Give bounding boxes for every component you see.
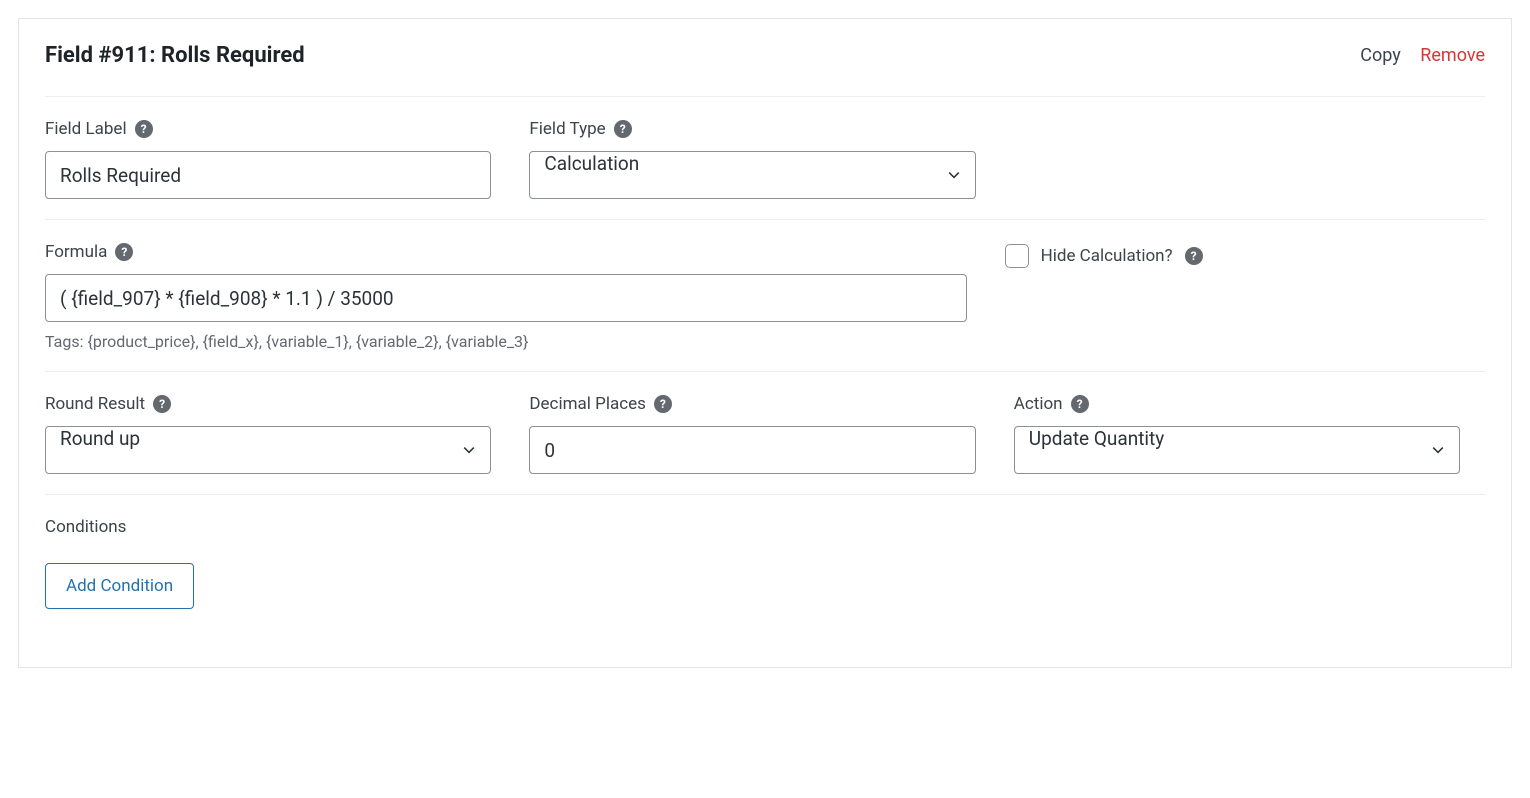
field-type-select[interactable]: Calculation: [529, 151, 975, 199]
decimal-places-group: Decimal Places ?: [529, 394, 975, 474]
conditions-group: Conditions Add Condition: [45, 517, 194, 609]
help-icon[interactable]: ?: [1185, 247, 1203, 265]
conditions-label: Conditions: [45, 517, 194, 537]
help-icon[interactable]: ?: [1071, 395, 1089, 413]
round-result-label: Round Result: [45, 394, 145, 414]
field-label-label: Field Label: [45, 119, 127, 139]
action-group: Action ? Update Quantity: [1014, 394, 1460, 474]
help-icon[interactable]: ?: [115, 243, 133, 261]
panel-actions: Copy Remove: [1344, 45, 1485, 66]
add-condition-button[interactable]: Add Condition: [45, 563, 194, 609]
action-label: Action: [1014, 394, 1063, 414]
hide-calculation-group: Hide Calculation? ?: [1005, 242, 1203, 351]
decimal-places-input[interactable]: [529, 426, 975, 474]
help-icon[interactable]: ?: [654, 395, 672, 413]
panel-title: Field #911: Rolls Required: [45, 43, 305, 68]
action-select[interactable]: Update Quantity: [1014, 426, 1460, 474]
help-icon[interactable]: ?: [153, 395, 171, 413]
help-icon[interactable]: ?: [614, 120, 632, 138]
formula-label: Formula: [45, 242, 107, 262]
field-panel: Field #911: Rolls Required Copy Remove F…: [18, 18, 1512, 668]
field-label-input[interactable]: [45, 151, 491, 199]
panel-header: Field #911: Rolls Required Copy Remove: [45, 43, 1485, 97]
round-result-group: Round Result ? Round up: [45, 394, 491, 474]
field-type-group: Field Type ? Calculation: [529, 119, 975, 199]
help-icon[interactable]: ?: [135, 120, 153, 138]
formula-input[interactable]: [45, 274, 967, 322]
hide-calculation-checkbox[interactable]: [1005, 244, 1029, 268]
field-label-group: Field Label ?: [45, 119, 491, 199]
formula-group: Formula ? Tags: {product_price}, {field_…: [45, 242, 967, 351]
formula-tags-help: Tags: {product_price}, {field_x}, {varia…: [45, 332, 967, 351]
round-result-select[interactable]: Round up: [45, 426, 491, 474]
hide-calculation-label: Hide Calculation?: [1041, 246, 1173, 266]
decimal-places-label: Decimal Places: [529, 394, 646, 414]
remove-button[interactable]: Remove: [1420, 45, 1485, 66]
copy-button[interactable]: Copy: [1360, 45, 1401, 66]
field-type-label: Field Type: [529, 119, 605, 139]
